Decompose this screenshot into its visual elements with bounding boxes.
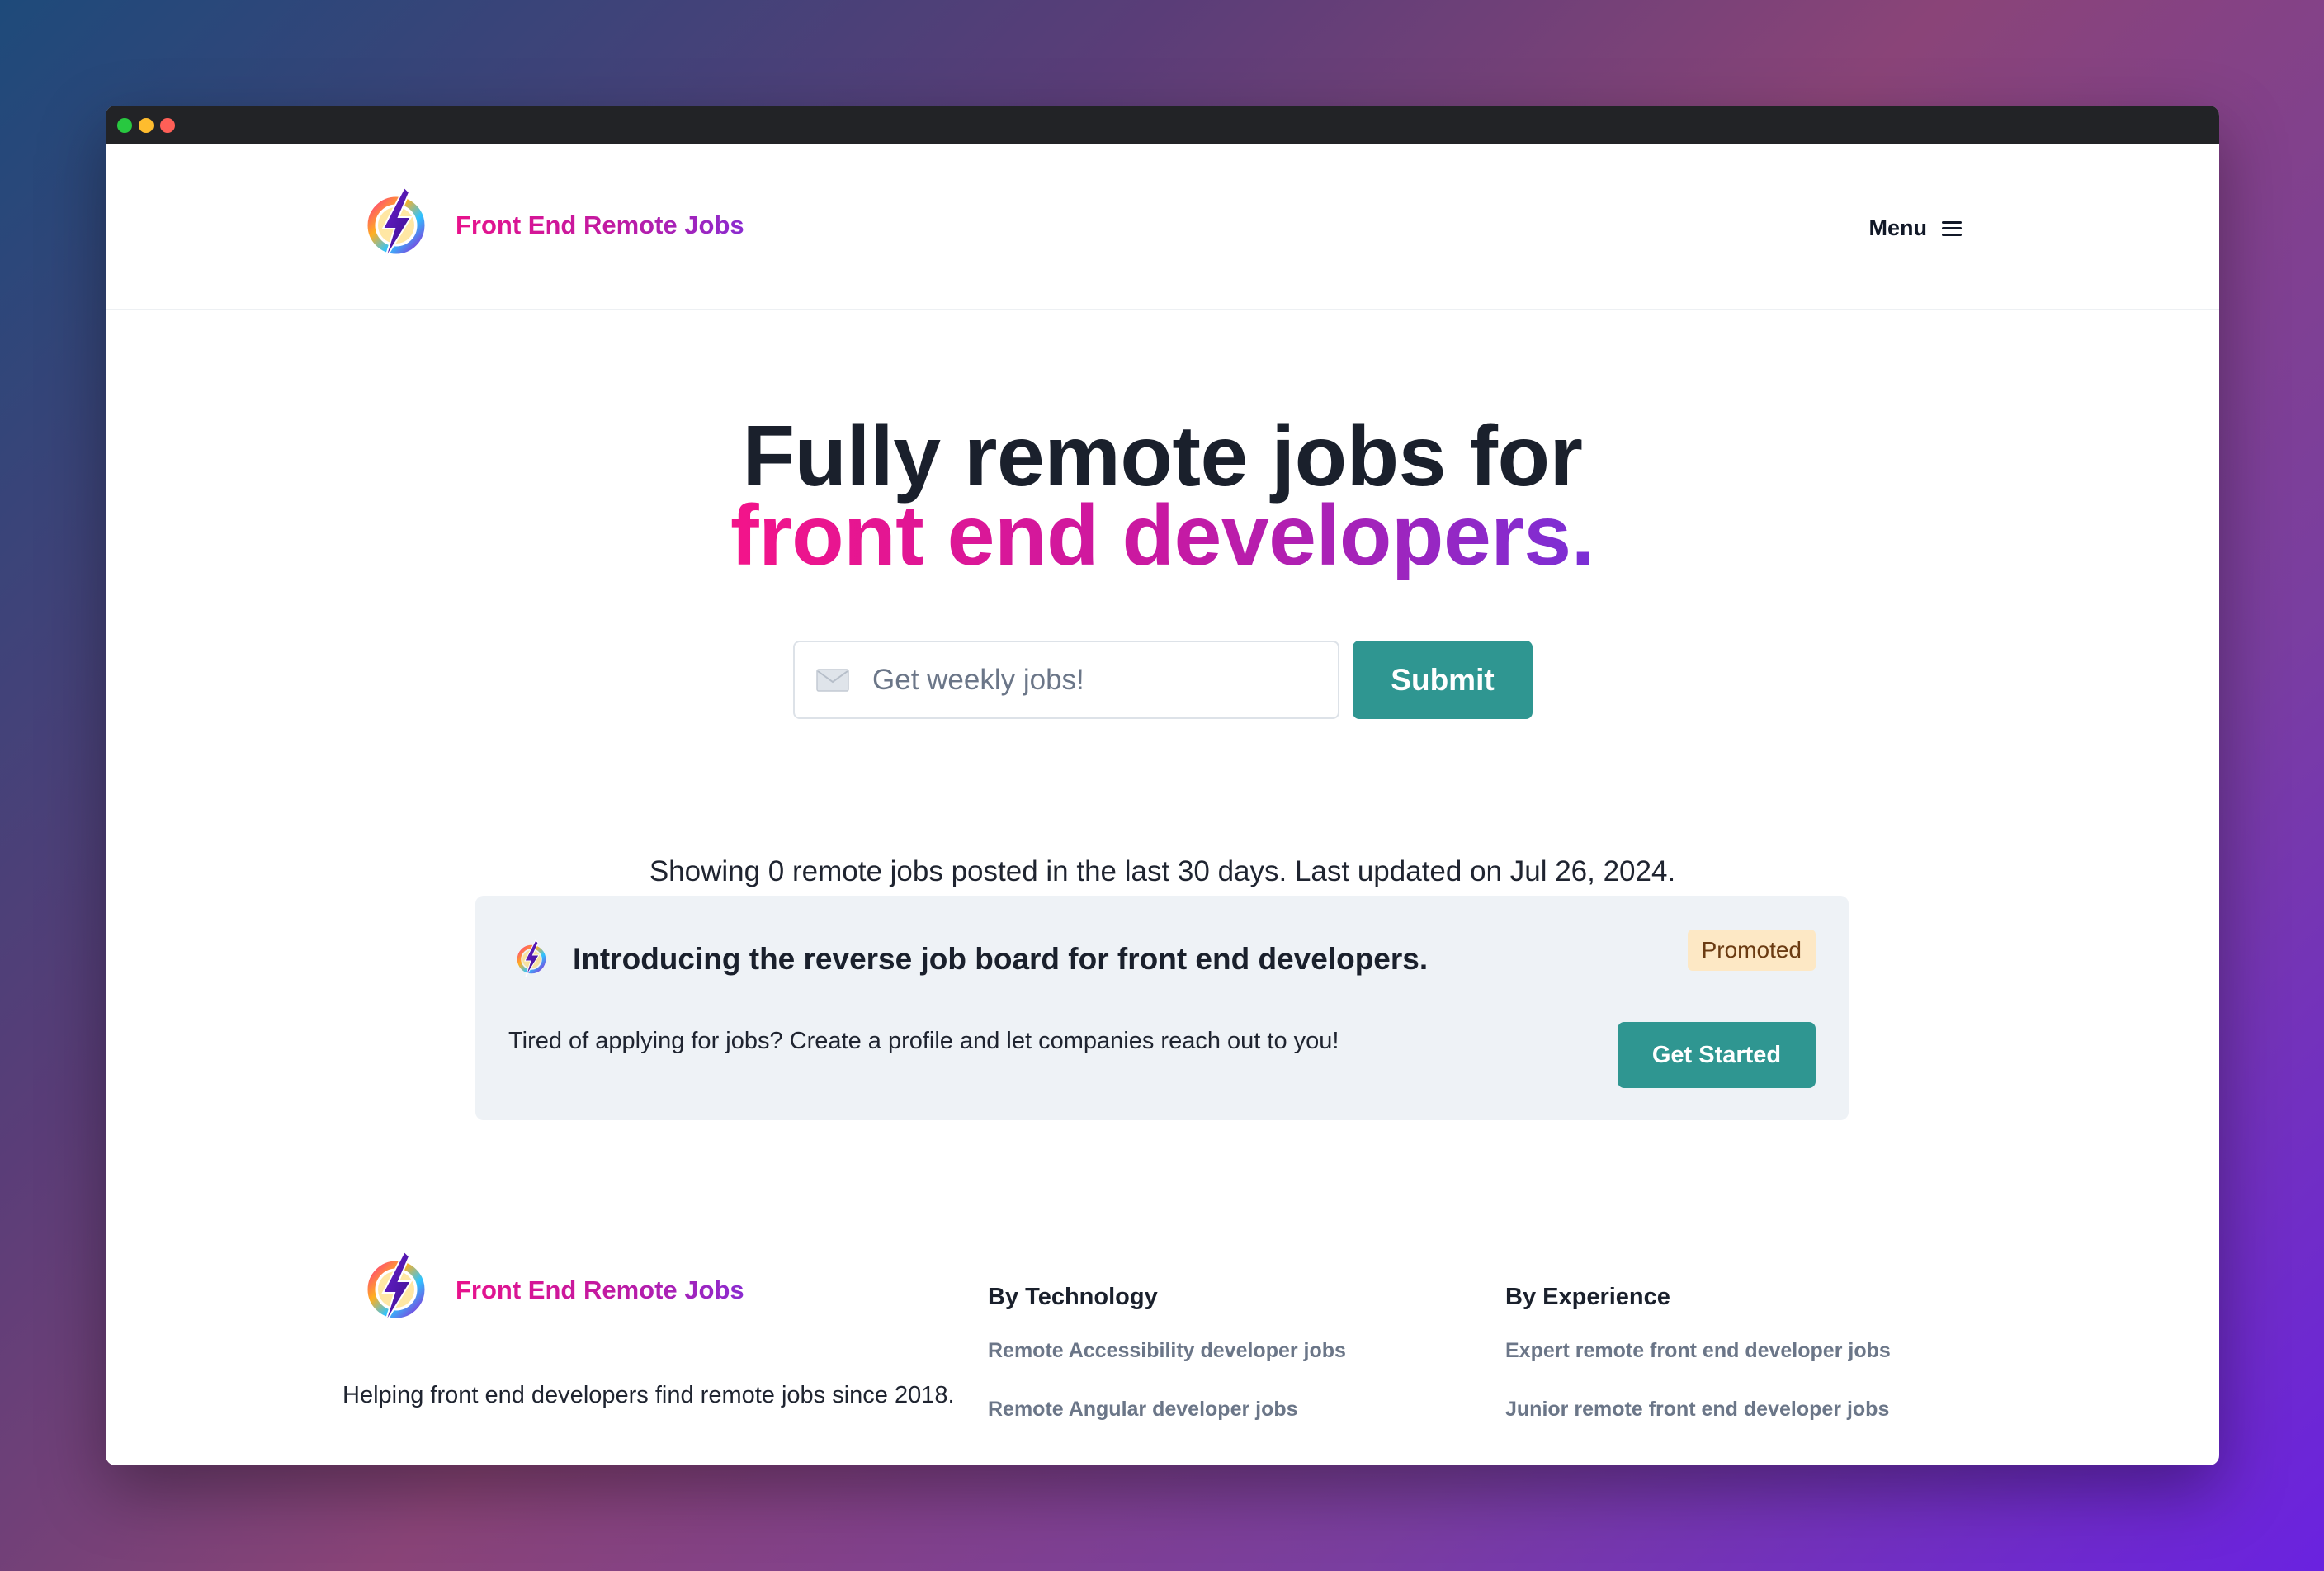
promo-card: Introducing the reverse job board for fr… [475,896,1849,1120]
brand-logo-icon[interactable] [363,184,429,263]
hero-heading-line1: Fully remote jobs for [742,409,1583,504]
brand-link[interactable]: Front End Remote Jobs [456,211,744,240]
window-minimize-button[interactable] [139,117,154,133]
email-input[interactable] [872,663,1301,697]
promo-title: Introducing the reverse job board for fr… [573,942,1429,976]
promo-description: Tired of applying for jobs? Create a pro… [508,1028,1339,1054]
footer-link-accessibility[interactable]: Remote Accessibility developer jobs [988,1339,1346,1363]
footer-technology-column: By Technology Remote Accessibility devel… [988,1284,1346,1456]
footer-link-expert[interactable]: Expert remote front end developer jobs [1505,1339,1891,1363]
footer-logo-icon[interactable] [363,1248,429,1327]
window-titlebar [106,106,2219,144]
footer-link-junior[interactable]: Junior remote front end developer jobs [1505,1398,1891,1422]
menu-label: Menu [1868,215,1928,240]
footer-tagline: Helping front end developers find remote… [342,1382,955,1408]
promoted-badge: Promoted [1687,930,1816,971]
hero-heading-line2: front end developers. [730,488,1595,584]
technology-heading: By Technology [988,1284,1158,1310]
site-header: Front End Remote Jobs Menu [106,144,2219,310]
footer-link-angular[interactable]: Remote Angular developer jobs [988,1398,1346,1422]
window-zoom-button[interactable] [117,117,132,133]
email-field[interactable] [793,641,1339,719]
window-close-button[interactable] [160,117,175,133]
footer-experience-column: By Experience Expert remote front end de… [1505,1284,1891,1456]
hero-heading-line2-wrap: front end developers. [106,492,2219,580]
get-started-button[interactable]: Get Started [1618,1022,1816,1088]
jobs-status-text: Showing 0 remote jobs posted in the last… [649,855,1676,887]
submit-button[interactable]: Submit [1353,641,1533,719]
mail-icon [816,668,849,692]
browser-window: Front End Remote Jobs Menu Fully remote … [106,106,2219,1465]
subscribe-form: Submit [793,641,1533,719]
promo-logo-icon [515,939,548,978]
menu-button[interactable]: Menu [1868,215,1962,241]
experience-heading: By Experience [1505,1284,1670,1310]
hamburger-icon [1942,220,1962,236]
footer-brand-link[interactable]: Front End Remote Jobs [456,1275,744,1305]
